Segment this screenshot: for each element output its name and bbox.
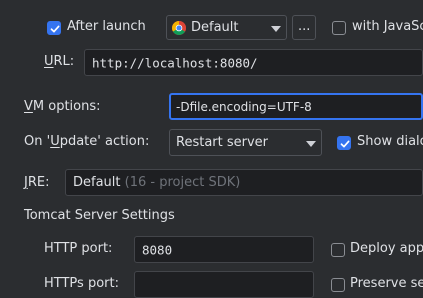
jre-label-rest: RE: (27, 175, 50, 190)
preserve-sessions-label: Preserve se (350, 276, 423, 291)
after-launch-label: After launch (67, 19, 146, 34)
vm-options-label: VM options: (24, 99, 101, 114)
vm-options-value: -Dfile.encoding=UTF-8 (176, 99, 312, 114)
checkmark-icon (340, 140, 350, 148)
https-port-label: HTTPs port: (44, 276, 119, 291)
url-label-mnemonic: U (44, 54, 54, 69)
on-update-value: Restart server (176, 135, 269, 150)
http-port-value: 8080 (142, 242, 173, 257)
browser-more-button[interactable]: ... (292, 15, 316, 40)
jre-hint: (16 - project SDK) (124, 175, 241, 190)
browser-value: Default (191, 20, 239, 35)
http-port-label: HTTP port: (44, 241, 113, 256)
vm-options-mnemonic: V (24, 99, 33, 114)
with-javascript-checkbox[interactable] (332, 21, 346, 35)
preserve-sessions-checkbox[interactable] (331, 278, 345, 292)
checkmark-icon (50, 25, 60, 33)
with-javascript-label: with JavaSc (352, 19, 423, 34)
chevron-down-icon (306, 141, 316, 147)
http-port-input[interactable]: 8080 (134, 236, 314, 263)
on-update-combo[interactable]: Restart server (169, 129, 322, 156)
deploy-applications-label: Deploy appl (350, 241, 423, 256)
url-input-value: http://localhost:8080/ (92, 55, 258, 70)
jre-combo[interactable]: Default (16 - project SDK) (65, 169, 423, 196)
on-update-label: On 'Update' action: (24, 134, 149, 149)
after-launch-checkbox[interactable] (47, 21, 61, 35)
https-port-input[interactable] (134, 271, 314, 298)
chevron-down-icon (271, 26, 281, 32)
show-dialog-checkbox[interactable] (337, 136, 351, 150)
url-label: URL: (44, 54, 74, 69)
on-update-label-post: pdate' action: (59, 134, 150, 149)
vm-options-input[interactable]: -Dfile.encoding=UTF-8 (169, 93, 423, 120)
tomcat-section-title: Tomcat Server Settings (24, 208, 175, 223)
deploy-applications-checkbox[interactable] (331, 243, 345, 257)
url-label-rest: RL: (53, 54, 75, 69)
vm-options-label-rest: M options: (32, 99, 101, 114)
chrome-icon (172, 21, 186, 35)
jre-value: Default (16 - project SDK) (73, 175, 240, 190)
browser-combo[interactable]: Default (166, 15, 287, 40)
jre-value-text: Default (73, 175, 121, 190)
url-input[interactable]: http://localhost:8080/ (84, 49, 423, 76)
on-update-mnemonic: U (50, 134, 60, 149)
show-dialog-label: Show dialo (357, 134, 423, 149)
more-button-label: ... (298, 19, 311, 34)
on-update-label-pre: On ' (24, 134, 51, 149)
jre-label: JRE: (24, 175, 49, 190)
